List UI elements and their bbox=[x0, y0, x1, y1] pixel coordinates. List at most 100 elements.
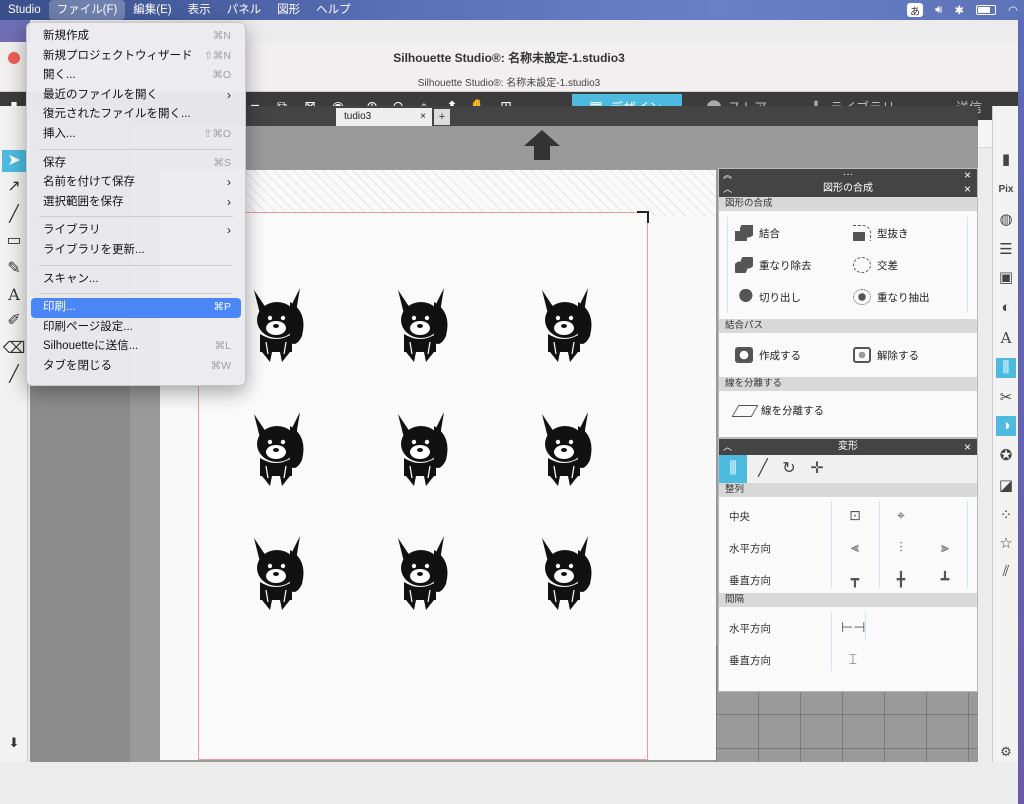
menu-item-new[interactable]: 新規作成 ⌘N bbox=[31, 27, 241, 47]
collapse-all-icon[interactable]: ︽ bbox=[723, 169, 732, 181]
menu-item-save-selection[interactable]: 選択範囲を保存 › bbox=[31, 193, 241, 213]
release-compound-button[interactable]: 解除する bbox=[853, 347, 919, 363]
replicate-icon[interactable]: ✂ bbox=[996, 388, 1016, 408]
document-tab[interactable]: tudio3 × bbox=[336, 108, 432, 126]
exclude-button[interactable]: 重なり除去 bbox=[735, 257, 812, 273]
menu-item-page-setup[interactable]: 印刷ページ設定... bbox=[31, 318, 241, 338]
line-style-icon[interactable]: ☰ bbox=[996, 240, 1016, 260]
pixscan-icon[interactable]: Pix bbox=[996, 180, 1016, 200]
menu-shape[interactable]: 図形 bbox=[269, 0, 308, 20]
modify-panel-icon[interactable]: ◑ bbox=[996, 416, 1016, 436]
menubar-app-name[interactable]: Studio bbox=[0, 0, 49, 20]
menu-item-open-recovered[interactable]: 復元されたファイルを開く... bbox=[31, 105, 241, 125]
make-compound-button[interactable]: 作成する bbox=[735, 347, 801, 363]
split-line-button[interactable]: 線を分離する bbox=[731, 403, 824, 418]
menu-view[interactable]: 表示 bbox=[180, 0, 219, 20]
knife-tool-icon[interactable]: ╱ bbox=[2, 364, 26, 386]
align-right-icon[interactable]: ⫸ bbox=[935, 539, 955, 557]
align-center-h-icon[interactable]: ⫶ bbox=[891, 539, 911, 557]
fill-color-icon[interactable]: ◍ bbox=[996, 210, 1016, 230]
close-tab-icon[interactable]: × bbox=[420, 108, 426, 126]
dog-image[interactable] bbox=[390, 530, 452, 612]
volume-icon[interactable]: 🔊︎ bbox=[935, 4, 942, 17]
dog-image[interactable] bbox=[534, 282, 596, 364]
scale-tab-icon[interactable]: ╱ bbox=[751, 455, 775, 483]
menu-item-save[interactable]: 保存 ⌘S bbox=[31, 154, 241, 174]
menu-item-send-to-silhouette[interactable]: Silhouetteに送信... ⌘L bbox=[31, 337, 241, 357]
close-panel-icon[interactable]: × bbox=[964, 439, 971, 455]
intersect-button[interactable]: 交差 bbox=[853, 257, 898, 273]
menu-item-open[interactable]: 開く... ⌘O bbox=[31, 66, 241, 86]
favorite-star-icon[interactable]: ☆ bbox=[996, 534, 1016, 554]
input-method-icon[interactable]: あ bbox=[907, 3, 924, 18]
dog-image[interactable] bbox=[390, 406, 452, 488]
menu-file[interactable]: ファイル(F) bbox=[48, 0, 126, 20]
wifi-icon[interactable]: ◠ bbox=[1008, 3, 1018, 17]
battery-icon[interactable] bbox=[975, 5, 996, 15]
weld-button[interactable]: 結合 bbox=[735, 225, 780, 241]
bluetooth-icon[interactable]: ✱ bbox=[954, 3, 964, 17]
dog-image[interactable] bbox=[246, 406, 308, 488]
collapse-panel-icon[interactable]: ︿ bbox=[723, 181, 732, 197]
menu-item-new-project-wizard[interactable]: 新規プロジェクトウィザード ⇧⌘N bbox=[31, 47, 241, 67]
eraser-tool-icon[interactable]: ⌫ bbox=[2, 338, 26, 360]
rectangle-tool-icon[interactable]: ▭ bbox=[2, 230, 26, 252]
space-horizontal-icon[interactable]: ⊢⊣ bbox=[841, 619, 865, 637]
make-compound-icon bbox=[735, 347, 753, 363]
split-line-buttons: 線を分離する bbox=[719, 391, 977, 431]
add-tab-button[interactable]: + bbox=[434, 109, 450, 125]
transform-panel-icon[interactable]: ⫼ bbox=[996, 358, 1016, 378]
edit-points-icon[interactable]: ↗ bbox=[2, 176, 26, 198]
settings-gear-icon[interactable]: ⚙ bbox=[996, 742, 1016, 762]
collapse-panel-icon[interactable]: ︿ bbox=[723, 439, 732, 455]
menu-item-refresh-library[interactable]: ライブラリを更新... bbox=[31, 241, 241, 261]
dog-image[interactable] bbox=[390, 282, 452, 364]
dog-image[interactable] bbox=[534, 530, 596, 612]
subtract-button[interactable]: 型抜き bbox=[853, 225, 909, 241]
page-setup-icon[interactable]: ▮ bbox=[996, 150, 1016, 170]
center-align-icon[interactable]: ⊡ bbox=[845, 507, 865, 525]
subtract-all-button[interactable]: 重なり抽出 bbox=[853, 289, 930, 305]
menu-item-close-tab[interactable]: タブを閉じる ⌘W bbox=[31, 357, 241, 377]
center-to-page-icon[interactable]: ⌖ bbox=[891, 507, 911, 525]
offset-icon[interactable]: ✪ bbox=[996, 446, 1016, 466]
select-tool-icon[interactable]: ➤ bbox=[2, 150, 26, 172]
menu-item-label: 挿入... bbox=[43, 127, 76, 140]
texture-icon[interactable]: ▣ bbox=[996, 268, 1016, 288]
pencil-tool-icon[interactable]: ✎ bbox=[2, 258, 26, 280]
download-icon[interactable]: ⬇ bbox=[2, 732, 26, 754]
dog-image[interactable] bbox=[246, 282, 308, 364]
line-tool-icon[interactable]: ╱ bbox=[2, 204, 26, 226]
close-panel-icon[interactable]: × bbox=[964, 181, 971, 197]
menu-edit[interactable]: 編集(E) bbox=[125, 0, 179, 20]
text-style-icon[interactable]: A bbox=[996, 328, 1016, 348]
menu-item-open-recent[interactable]: 最近のファイルを開く › bbox=[31, 86, 241, 106]
panel-grip-icon[interactable]: ··· bbox=[843, 169, 853, 180]
rhinestone-icon[interactable]: ⫽ bbox=[996, 562, 1016, 582]
menu-help[interactable]: ヘルプ bbox=[308, 0, 359, 20]
menu-item-insert[interactable]: 挿入... ⇧⌘O bbox=[31, 125, 241, 145]
menu-item-scan[interactable]: スキャン... bbox=[31, 270, 241, 290]
dog-image[interactable] bbox=[534, 406, 596, 488]
move-tab-icon[interactable]: ✛ bbox=[805, 455, 829, 483]
menu-item-print[interactable]: 印刷... ⌘P bbox=[31, 298, 241, 318]
fill-tool-icon[interactable]: ✐ bbox=[2, 310, 26, 332]
align-bottom-icon[interactable]: ┻ bbox=[935, 571, 955, 589]
crop-button[interactable]: 切り出し bbox=[735, 289, 801, 305]
align-tab-icon[interactable]: ⫼ bbox=[719, 455, 747, 483]
trace-icon[interactable]: ◪ bbox=[996, 476, 1016, 496]
menu-panel[interactable]: パネル bbox=[219, 0, 270, 20]
rotate-tab-icon[interactable]: ↻ bbox=[777, 455, 801, 483]
align-middle-icon[interactable]: ╋ bbox=[891, 571, 911, 589]
align-top-icon[interactable]: ┳ bbox=[845, 571, 865, 589]
sketch-icon[interactable]: ⁘ bbox=[996, 506, 1016, 526]
menu-item-library[interactable]: ライブラリ › bbox=[31, 221, 241, 241]
menu-item-save-as[interactable]: 名前を付けて保存 › bbox=[31, 173, 241, 193]
align-left-icon[interactable]: ⫷ bbox=[845, 539, 865, 557]
text-tool-icon[interactable]: A bbox=[2, 284, 26, 306]
close-dock-icon[interactable]: × bbox=[964, 169, 971, 181]
image-effects-icon[interactable]: ◐ bbox=[996, 298, 1016, 318]
space-vertical-icon[interactable]: ⌶ bbox=[843, 651, 863, 669]
dog-image[interactable] bbox=[246, 530, 308, 612]
feed-up-arrow-icon[interactable] bbox=[522, 128, 562, 162]
